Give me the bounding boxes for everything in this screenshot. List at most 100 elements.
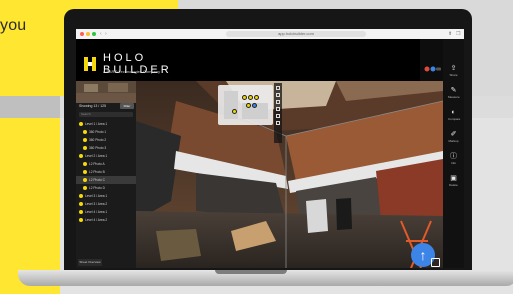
app-logo-title-line1: HOLO [103,52,147,64]
photo-list-item-label: 360 Photo 1 [89,130,107,134]
photo-list-item-label: 360 Photo 3 [89,146,107,150]
minimap-photo-pin[interactable] [246,103,251,108]
panel-preview-image [76,81,136,103]
fullscreen-icon[interactable] [276,107,280,111]
browser-share-icon[interactable]: ⬆ [448,31,452,37]
photo-list-item-label: L2 Photo A [89,162,105,166]
photo-list-item[interactable]: L2 Photo C [76,176,136,184]
photo-list-item[interactable]: 360 Photo 2 [76,136,136,144]
markup-icon: ✐ [450,131,457,138]
browser-close-button[interactable] [80,32,84,36]
minimap-photo-pin[interactable] [232,109,237,114]
viewer-tool-column [274,83,282,143]
photo-status-icon [79,202,83,206]
photo-list-item[interactable]: Level 1 / Area 1 [76,120,136,128]
photo-list-item-label: L2 Photo D [89,186,105,190]
photo-list-item[interactable]: Level 3 / Area 1 [76,192,136,200]
browser-forward-icon[interactable]: › [105,31,107,37]
browser-tabs-icon[interactable]: ❐ [456,31,460,37]
photo-list-panel: Showing 13 / 125 Filter Search Level 1 /… [76,81,136,268]
browser-minimize-button[interactable] [86,32,90,36]
floorplan-minimap[interactable] [218,85,273,125]
tool-label: Markup [448,139,459,143]
photo-status-icon [79,218,83,222]
app-header: HOLO BUILDER [76,39,420,81]
marketing-band [0,96,60,118]
photo-status-icon [79,154,83,158]
info-icon: ⓘ [450,153,457,160]
panel-search-input[interactable]: Search [79,112,133,117]
photo-status-icon [83,162,87,166]
photo-list-item-label: Level 1 / Area 1 [85,122,108,126]
trash-icon: ▣ [450,175,457,182]
panel-sheet-button[interactable]: Sheet Overview [78,259,102,266]
photo-status-icon [79,122,83,126]
laptop-notch [215,270,287,274]
photo-list-item[interactable]: Level 4 / Area 2 [76,216,136,224]
trash-tool-button[interactable]: ▣ Delete [448,175,459,189]
right-toolbar: ⇪ Share ✎ Measure ◐ Compare ✐ Markup ⓘ Info ▣ Delet… [443,39,464,268]
zoom-in-icon[interactable] [276,86,280,90]
info-tool-button[interactable]: ⓘ Info [448,153,459,167]
photo-list-item[interactable]: Level 4 / Area 1 [76,208,136,216]
construction-panorama-image [136,81,443,268]
holobuilder-logo-icon [84,57,96,71]
markup-tool-button[interactable]: ✐ Markup [448,131,459,145]
minimap-photo-pin[interactable] [254,95,259,100]
compare-tool-button[interactable]: ◐ Compare [448,109,461,123]
photo-status-icon [79,210,83,214]
browser-url-field[interactable]: app.holobuilder.com [226,31,366,37]
photo-list-item-label: Level 4 / Area 1 [85,210,108,214]
browser-toolbar: ‹ › app.holobuilder.com ⬆ ❐ [76,29,464,39]
tool-label: Info [450,161,456,165]
photo-list-item[interactable]: L2 Photo D [76,184,136,192]
photo-list-item[interactable]: Level 3 / Area 2 [76,200,136,208]
photo-list-item[interactable]: Level 2 / Area 1 [76,152,136,160]
photo-status-icon [83,146,87,150]
tool-label: Share [449,73,458,77]
marketing-yellow-lower [0,118,60,294]
photo-status-icon [83,178,87,182]
tool-label: Measure [448,95,460,99]
rotate-icon[interactable] [276,114,280,118]
photo-list-item[interactable]: 360 Photo 1 [76,128,136,136]
photo-status-icon [79,194,83,198]
panel-count-label: Showing 13 / 125 [79,104,107,108]
photo-list-item-label: L2 Photo C [89,178,105,182]
photo-list-item-label: Level 3 / Area 1 [85,194,108,198]
minimap-photo-pin[interactable] [242,95,247,100]
panorama-viewer[interactable]: ↑ [136,81,443,268]
tool-label: Delete [449,183,458,187]
browser-back-icon[interactable]: ‹ [100,31,102,37]
photo-list: Level 1 / Area 1 360 Photo 1 360 Photo 2 36… [76,120,136,224]
app-logo-subtitle: A FARO Technologies Company [103,69,161,74]
layers-icon[interactable] [276,100,280,104]
user-menu[interactable] [424,59,442,72]
photo-status-icon [83,138,87,142]
photo-list-item[interactable]: 360 Photo 3 [76,144,136,152]
minimap-current-pin[interactable] [252,103,257,108]
compare-icon: ◐ [451,109,456,116]
fullscreen-toggle-icon[interactable] [431,258,440,267]
photo-list-item-label: L2 Photo B [89,170,105,174]
share-tool-button[interactable]: ⇪ Share [448,65,459,79]
panel-filter-button[interactable]: Filter [120,103,134,109]
photo-list-item[interactable]: L2 Photo A [76,160,136,168]
minimap-room [224,91,238,119]
measure-tool-button[interactable]: ✎ Measure [448,87,460,101]
user-avatar-icon [424,66,441,72]
zoom-out-icon[interactable] [276,93,280,97]
photo-status-icon [83,130,87,134]
laptop-screen: ‹ › app.holobuilder.com ⬆ ❐ HOLO BUILDER… [76,29,464,268]
minimap-photo-pin[interactable] [248,95,253,100]
photo-list-item-label: Level 4 / Area 2 [85,218,108,222]
photo-list-item-label: Level 2 / Area 1 [85,154,108,158]
measure-icon: ✎ [450,87,457,94]
photo-list-item[interactable]: L2 Photo B [76,168,136,176]
photo-list-item-label: 360 Photo 2 [89,138,107,142]
share-icon: ⇪ [450,65,457,72]
panel-preview-thumbnail[interactable] [76,81,136,103]
tool-label: Compare [448,117,461,121]
browser-zoom-button[interactable] [92,32,96,36]
settings-icon[interactable] [276,121,280,125]
